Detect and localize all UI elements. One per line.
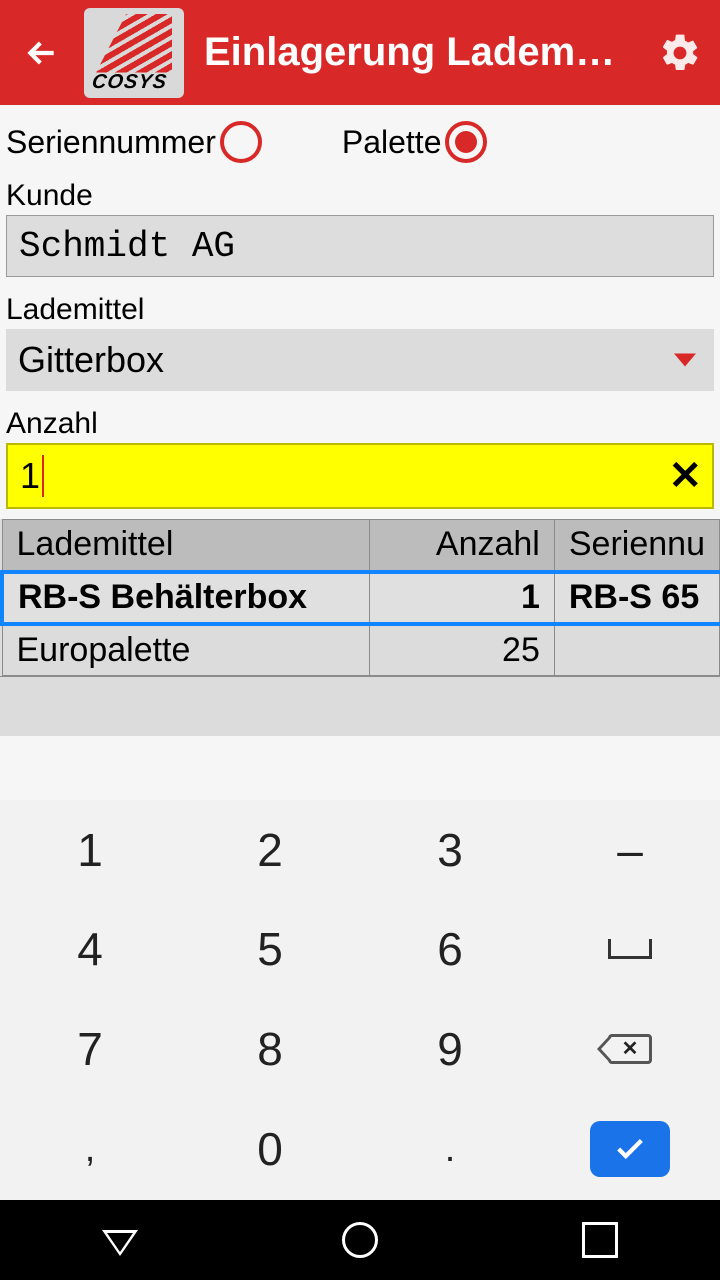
key-backspace[interactable]: ✕ [540,999,720,1099]
key-comma[interactable]: , [0,1099,180,1201]
radio-seriennummer[interactable]: Seriennummer [6,121,262,163]
settings-button[interactable] [652,25,708,81]
app-header: COSYS Einlagerung Ladem… [0,0,720,105]
android-navbar [0,1200,720,1280]
cell-serien: RB-S 65 [554,572,719,624]
table-header-lademittel[interactable]: Lademittel [2,520,370,572]
nav-home[interactable] [342,1222,378,1258]
key-2[interactable]: 2 [180,800,360,900]
text-cursor [42,455,44,497]
radio-palette[interactable]: Palette [342,121,488,163]
triangle-icon [102,1230,138,1256]
lademittel-select[interactable]: Gitterbox [6,329,714,391]
radio-seriennummer-label: Seriennummer [6,124,216,161]
backspace-icon: ✕ [608,1034,652,1064]
type-selector: Seriennummer Palette [0,105,720,173]
clear-icon[interactable]: ✕ [668,453,702,499]
cell-anzahl: 25 [370,624,555,676]
radio-palette-indicator [445,121,487,163]
page-title: Einlagerung Ladem… [196,30,640,75]
table-header-anzahl[interactable]: Anzahl [370,520,555,572]
chevron-down-icon [674,354,696,367]
anzahl-label: Anzahl [0,401,720,443]
key-1[interactable]: 1 [0,800,180,900]
key-8[interactable]: 8 [180,999,360,1099]
table-filler [0,676,720,736]
kunde-value: Schmidt AG [19,226,235,267]
key-6[interactable]: 6 [360,900,540,1000]
key-dash[interactable]: – [540,800,720,900]
table-row[interactable]: RB-S Behälterbox 1 RB-S 65 [2,572,720,624]
lademittel-label: Lademittel [0,287,720,329]
cell-lademittel: RB-S Behälterbox [2,572,370,624]
back-button[interactable] [12,23,72,83]
key-7[interactable]: 7 [0,999,180,1099]
key-9[interactable]: 9 [360,999,540,1099]
key-space[interactable] [540,900,720,1000]
key-4[interactable]: 4 [0,900,180,1000]
key-0[interactable]: 0 [180,1099,360,1201]
nav-back[interactable] [102,1227,138,1253]
numeric-keypad: 1 2 3 – 4 5 6 7 8 9 ✕ , 0 . [0,800,720,1200]
radio-palette-label: Palette [342,124,442,161]
key-enter[interactable] [540,1099,720,1201]
circle-icon [342,1222,378,1258]
space-icon [608,939,652,959]
kunde-input[interactable]: Schmidt AG [6,215,714,277]
anzahl-value: 1 [20,455,40,497]
content-area: Seriennummer Palette Kunde Schmidt AG La… [0,105,720,1280]
cell-lademittel: Europalette [2,624,370,676]
key-dot[interactable]: . [360,1099,540,1201]
table-row[interactable]: Europalette 25 [2,624,720,676]
square-icon [582,1222,618,1258]
logo-text: COSYS [90,71,177,94]
cell-serien [554,624,719,676]
table-header-seriennummer[interactable]: Seriennu [554,520,719,572]
radio-seriennummer-indicator [220,121,262,163]
key-5[interactable]: 5 [180,900,360,1000]
anzahl-input[interactable]: 1 ✕ [6,443,714,509]
kunde-label: Kunde [0,173,720,215]
key-3[interactable]: 3 [360,800,540,900]
items-table: Lademittel Anzahl Seriennu RB-S Behälter… [0,519,720,736]
nav-recent[interactable] [582,1222,618,1258]
checkmark-icon [590,1121,670,1177]
app-logo: COSYS [84,8,184,98]
table-header-row: Lademittel Anzahl Seriennu [2,520,720,572]
lademittel-value: Gitterbox [18,339,164,381]
cell-anzahl: 1 [370,572,555,624]
